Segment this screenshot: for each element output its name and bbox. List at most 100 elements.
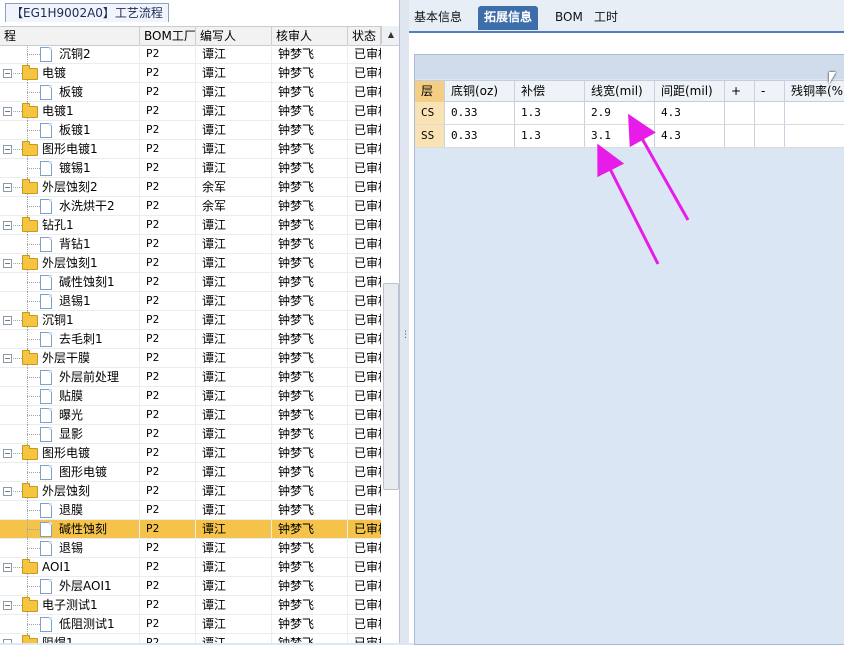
- grid-row[interactable]: SS 0.33 1.3 3.1 4.3: [415, 125, 844, 148]
- grid-col-line-width[interactable]: 线宽(mil): [585, 81, 655, 102]
- grid-cell-line-width[interactable]: 2.9: [585, 102, 655, 124]
- grid-cell-empty[interactable]: [755, 125, 785, 147]
- grid-col-minus[interactable]: -: [755, 81, 785, 102]
- tree-row[interactable]: 外层AOI1 P2谭江钟梦飞已审核: [0, 577, 381, 596]
- grid-cell-empty[interactable]: [785, 125, 844, 147]
- status-cell: 已审核: [354, 522, 381, 536]
- tree-row[interactable]: 退锡1 P2谭江钟梦飞已审核: [0, 292, 381, 311]
- tree-row[interactable]: −图形电镀P2谭江钟梦飞已审核: [0, 444, 381, 463]
- tree-node-label: 退锡: [59, 541, 84, 555]
- grid-cell-layer[interactable]: SS: [415, 125, 445, 147]
- tree-row[interactable]: 外层前处理 P2谭江钟梦飞已审核: [0, 368, 381, 387]
- col-header-status[interactable]: 状态: [348, 27, 381, 45]
- tree-row[interactable]: 碱性蚀刻1 P2谭江钟梦飞已审核: [0, 273, 381, 292]
- bom-factory-cell: P2: [140, 539, 196, 557]
- tree-row[interactable]: −外层蚀刻1P2谭江钟梦飞已审核: [0, 254, 381, 273]
- tree-row[interactable]: 曝光 P2谭江钟梦飞已审核: [0, 406, 381, 425]
- grid-col-spacing[interactable]: 间距(mil): [655, 81, 725, 102]
- bom-factory-cell: P2: [140, 64, 196, 82]
- reviewer-cell: 钟梦飞: [272, 235, 348, 253]
- grid-cell-empty[interactable]: [725, 102, 755, 124]
- tree-row[interactable]: −电子测试1P2谭江钟梦飞已审核: [0, 596, 381, 615]
- process-flow-title-tab[interactable]: 【EG1H9002A0】工艺流程: [5, 3, 169, 22]
- grid-cell-layer[interactable]: CS: [415, 102, 445, 124]
- grid-cell-spacing[interactable]: 4.3: [655, 125, 725, 147]
- bom-factory-cell: P2: [140, 634, 196, 643]
- tab-basic-info[interactable]: 基本信息: [414, 6, 462, 30]
- grid-cell-base-copper[interactable]: 0.33: [445, 102, 515, 124]
- col-header-reviewer[interactable]: 核审人: [272, 27, 348, 45]
- tree-row[interactable]: −外层蚀刻P2谭江钟梦飞已审核: [0, 482, 381, 501]
- tree-row[interactable]: −沉铜1P2谭江钟梦飞已审核: [0, 311, 381, 330]
- writer-cell: 谭江: [196, 558, 272, 576]
- tree-row[interactable]: 水洗烘干2 P2余军钟梦飞已审核: [0, 197, 381, 216]
- tree-row[interactable]: 退锡 P2谭江钟梦飞已审核: [0, 539, 381, 558]
- reviewer-cell: 钟梦飞: [272, 273, 348, 291]
- grid-col-compensation[interactable]: 补偿: [515, 81, 585, 102]
- grid-col-base-copper[interactable]: 底铜(oz): [445, 81, 515, 102]
- grid-cell-empty[interactable]: [755, 102, 785, 124]
- grid-cell-compensation[interactable]: 1.3: [515, 125, 585, 147]
- tree-node-label: 背钻1: [59, 237, 91, 251]
- tree-row[interactable]: 去毛刺1 P2谭江钟梦飞已审核: [0, 330, 381, 349]
- tree-cell: − 电镀: [0, 64, 140, 83]
- tree-row[interactable]: 背钻1 P2谭江钟梦飞已审核: [0, 235, 381, 254]
- grid-cell-line-width[interactable]: 3.1: [585, 125, 655, 147]
- tree-row[interactable]: 板镀 P2谭江钟梦飞已审核: [0, 83, 381, 102]
- folder-icon: [22, 312, 38, 327]
- tree-row[interactable]: 碱性蚀刻 P2谭江钟梦飞已审核: [0, 520, 381, 539]
- col-header-bom-factory[interactable]: BOM工厂: [140, 27, 196, 45]
- tree-row[interactable]: −外层干膜P2谭江钟梦飞已审核: [0, 349, 381, 368]
- tree-row[interactable]: −电镀1P2谭江钟梦飞已审核: [0, 102, 381, 121]
- grid-col-residual-copper[interactable]: 残铜率(%): [785, 81, 844, 102]
- reviewer-cell: 钟梦飞: [272, 292, 348, 310]
- document-icon: [40, 370, 52, 385]
- status-cell: 已审核: [354, 389, 381, 403]
- grid-cell-compensation[interactable]: 1.3: [515, 102, 585, 124]
- col-header-writer[interactable]: 编写人: [196, 27, 272, 45]
- document-icon: [40, 47, 52, 62]
- tree-row[interactable]: 显影 P2谭江钟梦飞已审核: [0, 425, 381, 444]
- grid-cell-spacing[interactable]: 4.3: [655, 102, 725, 124]
- folder-icon: [22, 350, 38, 365]
- grid-cell-empty[interactable]: [785, 102, 844, 124]
- document-icon: [40, 465, 52, 480]
- document-icon: [40, 294, 52, 309]
- document-icon: [40, 85, 52, 100]
- tree-row[interactable]: 沉铜2 P2谭江钟梦飞已审核: [0, 45, 381, 64]
- tree-node-label: 电镀1: [42, 104, 74, 118]
- tree-row[interactable]: −电镀P2谭江钟梦飞已审核: [0, 64, 381, 83]
- writer-cell: 谭江: [196, 577, 272, 595]
- tree-row[interactable]: 镀锡1 P2谭江钟梦飞已审核: [0, 159, 381, 178]
- tree-row[interactable]: −图形电镀1P2谭江钟梦飞已审核: [0, 140, 381, 159]
- tree-row[interactable]: −钻孔1P2谭江钟梦飞已审核: [0, 216, 381, 235]
- scroll-up-arrow-icon[interactable]: ▲: [381, 26, 399, 44]
- tab-bom[interactable]: BOM: [555, 6, 583, 30]
- grid-cell-empty[interactable]: [725, 125, 755, 147]
- folder-icon: [22, 65, 38, 80]
- tree-row[interactable]: 贴膜 P2谭江钟梦飞已审核: [0, 387, 381, 406]
- tree-row[interactable]: 图形电镀 P2谭江钟梦飞已审核: [0, 463, 381, 482]
- folder-icon: [22, 483, 38, 498]
- tree-row[interactable]: −阻焊1P2谭江钟梦飞已审核: [0, 634, 381, 643]
- col-header-process[interactable]: 程: [0, 27, 140, 45]
- bom-factory-cell: P2: [140, 273, 196, 291]
- tree-row[interactable]: 板镀1 P2谭江钟梦飞已审核: [0, 121, 381, 140]
- tree-node-label: AOI1: [42, 560, 71, 574]
- tree-row[interactable]: −AOI1P2谭江钟梦飞已审核: [0, 558, 381, 577]
- tree-row[interactable]: 退膜 P2谭江钟梦飞已审核: [0, 501, 381, 520]
- tab-work-hours[interactable]: 工时: [594, 6, 618, 30]
- grid-row[interactable]: CS 0.33 1.3 2.9 4.3: [415, 102, 844, 125]
- tab-extended-info[interactable]: 拓展信息: [478, 6, 539, 30]
- vertical-scrollbar-thumb[interactable]: [383, 283, 399, 490]
- reviewer-cell: 钟梦飞: [272, 501, 348, 519]
- tree-row[interactable]: −外层蚀刻2P2余军钟梦飞已审核: [0, 178, 381, 197]
- reviewer-cell: 钟梦飞: [272, 634, 348, 643]
- tree-row[interactable]: 低阻测试1 P2谭江钟梦飞已审核: [0, 615, 381, 634]
- tree-cell: 外层前处理: [0, 368, 140, 387]
- tree-node-label: 电子测试1: [42, 598, 98, 612]
- bom-factory-cell: P2: [140, 216, 196, 234]
- grid-col-layer[interactable]: 层: [415, 81, 445, 102]
- grid-col-plus[interactable]: +: [725, 81, 755, 102]
- grid-cell-base-copper[interactable]: 0.33: [445, 125, 515, 147]
